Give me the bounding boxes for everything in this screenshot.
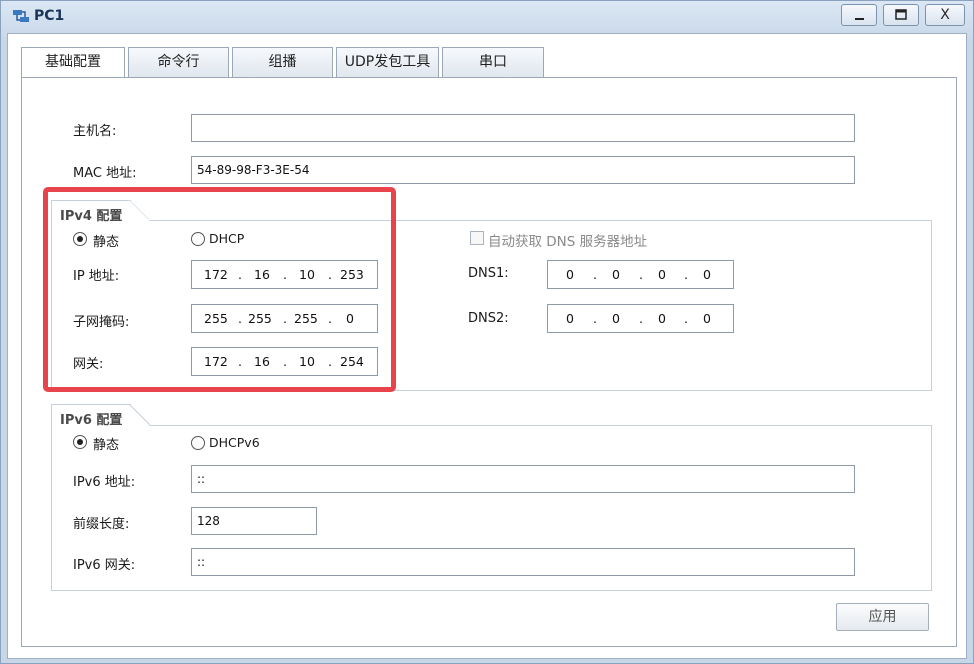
gw-octet-3: 10 (299, 354, 315, 369)
mask-octet-4: 0 (346, 311, 354, 326)
dns1-label: DNS1: (468, 266, 509, 281)
minimize-button[interactable] (841, 4, 877, 26)
title-bar[interactable]: PC1 X (1, 1, 973, 33)
close-icon: X (940, 7, 950, 23)
auto-dns-checkbox[interactable] (470, 231, 484, 245)
mask-octet-2: 255 (248, 311, 272, 326)
maximize-icon (895, 9, 907, 20)
ipv4-title: IPv4 配置 (60, 209, 123, 224)
ipv6-static-radio[interactable] (73, 435, 87, 449)
gw-octet-4: 254 (340, 354, 364, 369)
dns2-octet-4: 0 (703, 311, 711, 326)
gateway-label: 网关: (73, 357, 104, 372)
subnet-mask-label: 子网掩码: (73, 315, 130, 330)
ipv4-static-label: 静态 (93, 235, 120, 250)
dns1-octet-1: 0 (566, 267, 574, 282)
ipv6-static-label: 静态 (93, 438, 120, 453)
window-title: PC1 (34, 8, 65, 24)
auto-dns-label: 自动获取 DNS 服务器地址 (488, 234, 648, 250)
gw-octet-2: 16 (254, 354, 270, 369)
pc1-window: PC1 X 基础配置 命令行 组播 UDP发包工具 串口 主机名: MAC 地址… (0, 0, 974, 664)
group-tab-slant-2 (129, 404, 151, 426)
mac-label: MAC 地址: (73, 166, 137, 181)
apply-button[interactable]: 应用 (836, 603, 929, 631)
ip-octet-1: 172 (204, 267, 228, 282)
ipv6-address-label: IPv6 地址: (73, 475, 136, 490)
ipv4-dhcp-radio[interactable] (191, 232, 205, 246)
dns2-label: DNS2: (468, 311, 509, 326)
ipv6-gateway-label: IPv6 网关: (73, 558, 136, 573)
hostname-input[interactable] (191, 114, 855, 142)
ipv6-title: IPv6 配置 (60, 413, 123, 428)
prefix-length-input[interactable]: 128 (191, 507, 317, 535)
subnet-mask-input[interactable]: 255 . 255 . 255 . 0 (191, 304, 378, 333)
mask-octet-1: 255 (204, 311, 228, 326)
dns2-octet-2: 0 (612, 311, 620, 326)
ip-octet-3: 10 (299, 267, 315, 282)
gateway-input[interactable]: 172 . 16 . 10 . 254 (191, 347, 378, 376)
group-tab-slant (129, 200, 150, 221)
ip-address-input[interactable]: 172 . 16 . 10 . 253 (191, 260, 378, 289)
ip-octet-2: 16 (254, 267, 270, 282)
prefix-length-label: 前缀长度: (73, 517, 130, 532)
tab-basic-config[interactable]: 基础配置 (21, 47, 125, 79)
dns1-octet-3: 0 (658, 267, 666, 282)
dns2-input[interactable]: 0 . 0 . 0 . 0 (547, 304, 734, 333)
tab-serial[interactable]: 串口 (442, 47, 544, 78)
dns2-octet-3: 0 (658, 311, 666, 326)
ipv4-dhcp-label: DHCP (209, 231, 245, 246)
gw-octet-1: 172 (204, 354, 228, 369)
maximize-button[interactable] (883, 4, 919, 26)
minimize-icon (855, 18, 864, 20)
ip-address-label: IP 地址: (73, 269, 120, 284)
dns2-octet-1: 0 (566, 311, 574, 326)
mac-input[interactable]: 54-89-98-F3-3E-54 (191, 156, 855, 184)
ipv6-address-input[interactable]: :: (191, 465, 855, 493)
tab-udp-tool[interactable]: UDP发包工具 (336, 47, 439, 78)
ipv6-gateway-input[interactable]: :: (191, 548, 855, 576)
tab-multicast[interactable]: 组播 (232, 47, 333, 78)
tab-command-line[interactable]: 命令行 (128, 47, 229, 78)
mask-octet-3: 255 (294, 311, 318, 326)
ip-octet-4: 253 (340, 267, 364, 282)
ipv4-static-radio[interactable] (73, 232, 87, 246)
dns1-octet-2: 0 (612, 267, 620, 282)
close-button[interactable]: X (925, 4, 965, 26)
hostname-label: 主机名: (73, 124, 117, 139)
dns1-octet-4: 0 (703, 267, 711, 282)
dns1-input[interactable]: 0 . 0 . 0 . 0 (547, 260, 734, 289)
ipv6-dhcp-radio[interactable] (191, 436, 205, 450)
ipv6-dhcp-label: DHCPv6 (209, 435, 260, 450)
network-pc-icon (13, 10, 29, 22)
